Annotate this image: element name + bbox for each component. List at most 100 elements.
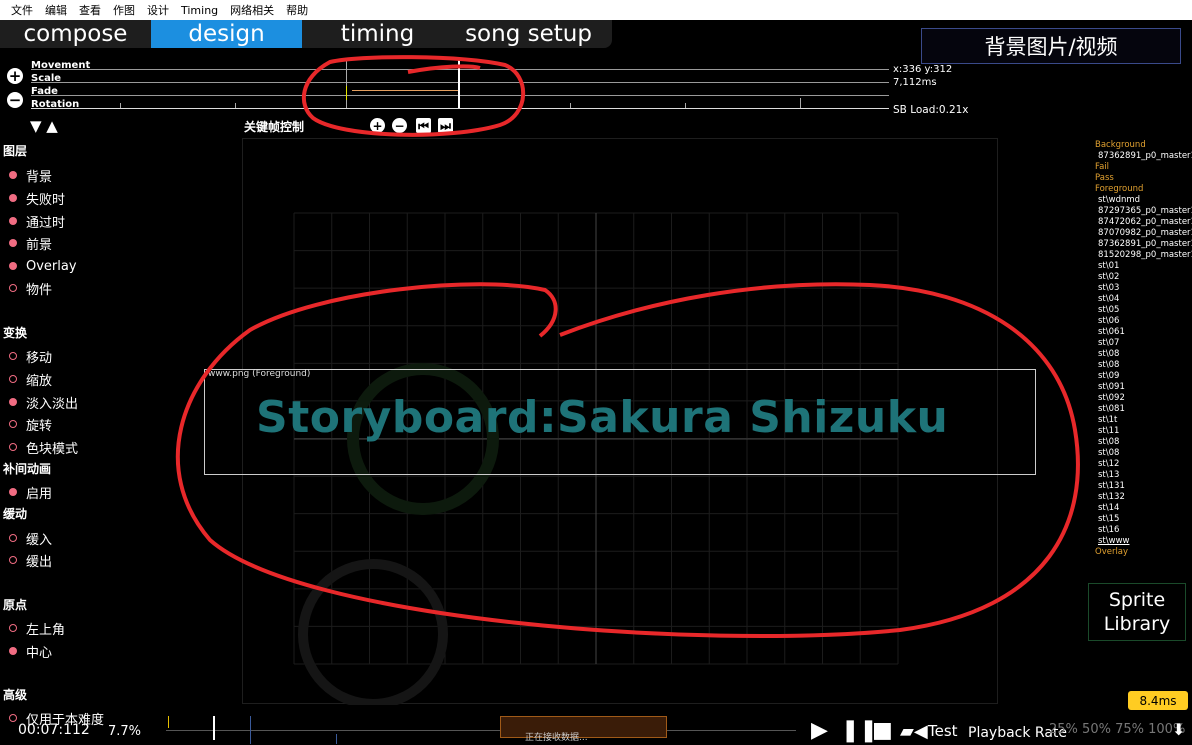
origin-label: 左上角: [26, 622, 66, 638]
menu-help[interactable]: 帮助: [286, 2, 308, 18]
sprite-list-item[interactable]: st\092: [1095, 393, 1192, 404]
radio-on-icon: [9, 171, 17, 179]
menu-edit[interactable]: 编辑: [45, 2, 67, 18]
timeline-tick: [570, 103, 571, 108]
layer-overlay[interactable]: Overlay: [9, 257, 77, 275]
timeline-track-rotation[interactable]: [31, 108, 889, 109]
layer-fail[interactable]: 失败时: [9, 189, 65, 208]
transform-rotate[interactable]: 旋转: [9, 415, 52, 434]
sprite-list-item[interactable]: 87472062_p0_master1200: [1095, 217, 1192, 228]
timeline-label-fade: Fade: [31, 86, 58, 97]
timeline-track-scale[interactable]: [31, 82, 889, 83]
layer-order-arrows[interactable]: ▼ ▲: [30, 117, 58, 135]
layer-foreground[interactable]: 前景: [9, 234, 52, 253]
transform-label: 缩放: [26, 373, 53, 389]
transform-scale[interactable]: 缩放: [9, 370, 53, 389]
sprite-list-item[interactable]: st\06: [1095, 316, 1192, 327]
origin-top-left[interactable]: 左上角: [9, 619, 66, 638]
next-keyframe-icon[interactable]: ⏭: [438, 118, 453, 133]
plus-icon[interactable]: +: [370, 118, 385, 133]
sprite-list-item[interactable]: st\08: [1095, 448, 1192, 459]
storyboard-sprite-text[interactable]: Storyboard:Sakura Shizuku: [256, 392, 948, 443]
prev-keyframe-icon[interactable]: ⏮: [416, 118, 431, 133]
easing-label: 缓出: [26, 554, 53, 570]
origin-centre[interactable]: 中心: [9, 642, 52, 661]
tween-enable[interactable]: 启用: [9, 483, 52, 502]
sprite-list-item[interactable]: 87297365_p0_master1200: [1095, 206, 1192, 217]
rate-50[interactable]: 50%: [1082, 722, 1111, 737]
rate-75[interactable]: 75%: [1115, 722, 1144, 737]
remove-icon[interactable]: −: [7, 92, 23, 108]
minus-icon[interactable]: −: [392, 118, 407, 133]
layer-background[interactable]: 背景: [9, 166, 52, 185]
sprite-list-item[interactable]: 81520298_p0_master1200: [1095, 250, 1192, 261]
menu-file[interactable]: 文件: [11, 2, 33, 18]
sprite-list-item[interactable]: st\081: [1095, 404, 1192, 415]
sprite-list-item[interactable]: st\131: [1095, 481, 1192, 492]
sprite-list-item[interactable]: st\061: [1095, 327, 1192, 338]
sprite-list-item[interactable]: st\02: [1095, 272, 1192, 283]
sprite-list-item[interactable]: st\13: [1095, 470, 1192, 481]
scrubber-marker: [250, 716, 251, 744]
sprite-list-item[interactable]: st\08: [1095, 349, 1192, 360]
timeline-tick: [685, 103, 686, 108]
background-video-button[interactable]: 背景图片/视频: [921, 28, 1181, 64]
sprite-list-item[interactable]: st\03: [1095, 283, 1192, 294]
tab-song-setup[interactable]: song setup: [453, 20, 604, 48]
playback-rate-options: 25% 50% 75% 100%: [1049, 722, 1185, 737]
transform-move[interactable]: 移动: [9, 347, 52, 366]
arrow-down-icon[interactable]: ⬇: [1172, 720, 1185, 739]
sprite-list-item[interactable]: st\11: [1095, 426, 1192, 437]
sprite-layer-list: Background87362891_p0_master1200FailPass…: [1095, 140, 1192, 558]
sprite-list-item[interactable]: st\07: [1095, 338, 1192, 349]
sprite-list-item[interactable]: 87362891_p0_master1200: [1095, 151, 1192, 162]
sprite-list-item[interactable]: st\14: [1095, 503, 1192, 514]
timeline-track-movement[interactable]: [31, 69, 889, 70]
tab-design[interactable]: design: [151, 20, 302, 48]
rate-25[interactable]: 25%: [1049, 722, 1078, 737]
sprite-list-item[interactable]: st\16: [1095, 525, 1192, 536]
sprite-list-item[interactable]: 87362891_p0_master1200: [1095, 239, 1192, 250]
test-button[interactable]: Test: [928, 722, 958, 740]
transform-color[interactable]: 色块模式: [9, 438, 78, 457]
play-icon[interactable]: ▶: [811, 718, 828, 743]
sprite-library-button[interactable]: Sprite Library: [1088, 583, 1186, 641]
menu-timing[interactable]: Timing: [181, 4, 218, 17]
tab-compose[interactable]: compose: [0, 20, 151, 48]
timeline-track-fade[interactable]: [31, 95, 889, 96]
sprite-list-item[interactable]: st\091: [1095, 382, 1192, 393]
timeline-cursor[interactable]: [458, 58, 460, 108]
layer-group-header: Fail: [1095, 162, 1110, 172]
menu-web[interactable]: 网络相关: [230, 2, 274, 18]
sprite-list-item[interactable]: st\05: [1095, 305, 1192, 316]
sprite-list-item[interactable]: st\04: [1095, 294, 1192, 305]
video-camera-icon[interactable]: ▰◀: [900, 721, 928, 742]
sprite-list-item[interactable]: st\132: [1095, 492, 1192, 503]
song-scrubber[interactable]: [166, 730, 796, 731]
easing-in[interactable]: 缓入: [9, 529, 53, 548]
stop-icon[interactable]: ■: [872, 718, 893, 743]
frame-time-badge: 8.4ms: [1128, 691, 1188, 710]
menu-design[interactable]: 设计: [147, 2, 169, 18]
menu-compose[interactable]: 作图: [113, 2, 135, 18]
easing-label: 缓入: [26, 532, 53, 548]
sprite-list-item[interactable]: st\12: [1095, 459, 1192, 470]
scrubber-position[interactable]: [213, 716, 215, 740]
sprite-list-item[interactable]: st\01: [1095, 261, 1192, 272]
layer-objects[interactable]: 物件: [9, 279, 52, 298]
sprite-list-item[interactable]: st\1t: [1095, 415, 1192, 426]
radio-on-icon: [9, 239, 17, 247]
sprite-list-item[interactable]: st\08: [1095, 437, 1192, 448]
add-icon[interactable]: +: [7, 68, 23, 84]
sprite-list-item[interactable]: st\15: [1095, 514, 1192, 525]
sprite-list-item[interactable]: st\wdnmd: [1095, 195, 1192, 206]
layer-pass[interactable]: 通过时: [9, 212, 65, 231]
transform-fade[interactable]: 淡入淡出: [9, 393, 78, 412]
sprite-list-item[interactable]: st\08: [1095, 360, 1192, 371]
sprite-list-item[interactable]: st\09: [1095, 371, 1192, 382]
tab-timing[interactable]: timing: [302, 20, 453, 48]
easing-out[interactable]: 缓出: [9, 551, 53, 570]
sprite-list-item[interactable]: st\www: [1095, 536, 1192, 547]
menu-view[interactable]: 查看: [79, 2, 101, 18]
sprite-list-item[interactable]: 87070982_p0_master1200: [1095, 228, 1192, 239]
